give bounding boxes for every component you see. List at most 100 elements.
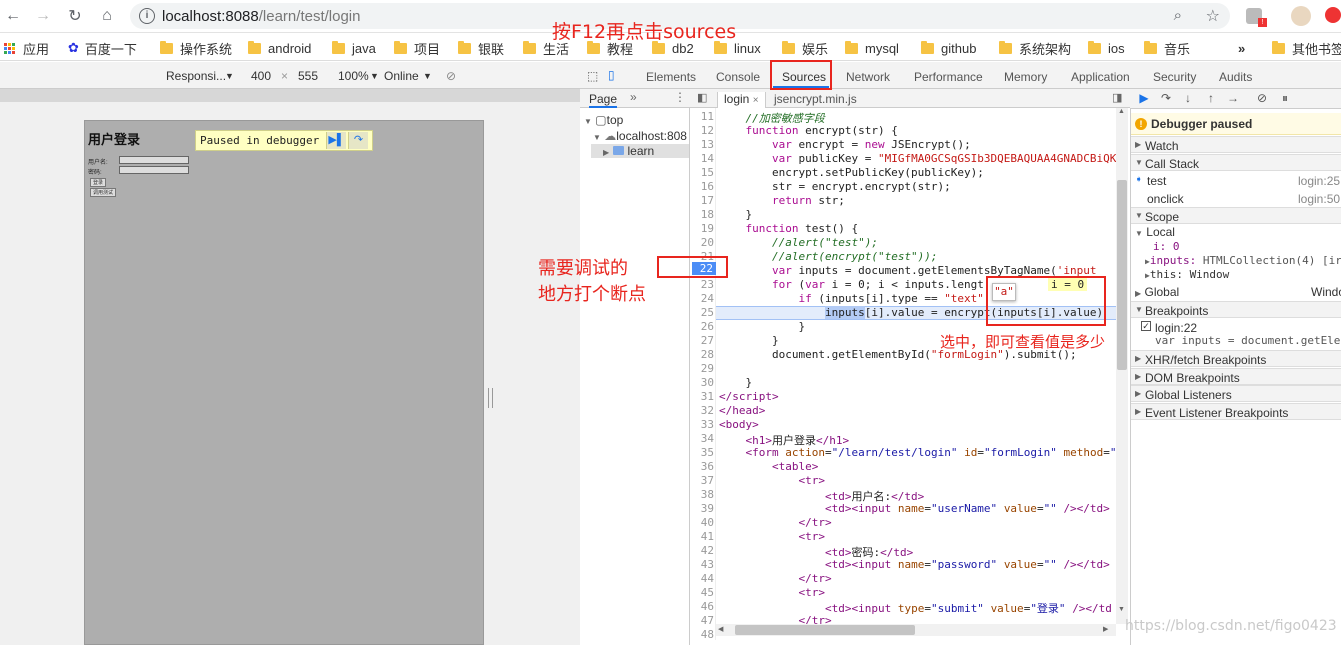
- line-number[interactable]: 33: [690, 418, 714, 431]
- line-number[interactable]: 34: [690, 432, 714, 445]
- scope-global[interactable]: ▶ Global: [1135, 285, 1179, 299]
- line-number[interactable]: 35: [690, 446, 714, 459]
- rotate-disabled-icon[interactable]: ⊘: [446, 69, 456, 83]
- section-global-listeners[interactable]: ▶ Global Listeners: [1131, 385, 1341, 402]
- bookmark-folder[interactable]: 项目: [394, 39, 440, 57]
- line-number[interactable]: 11: [690, 110, 714, 123]
- bookmark-folder[interactable]: ios: [1088, 39, 1125, 57]
- scope-var-this[interactable]: ▶this: Window: [1145, 268, 1229, 281]
- line-number[interactable]: 41: [690, 530, 714, 543]
- code-line[interactable]: <form action="/learn/test/login" id="for…: [719, 446, 1117, 459]
- line-number[interactable]: 48: [690, 628, 714, 641]
- vertical-scroll-thumb[interactable]: [1117, 180, 1127, 370]
- navigator-menu-icon[interactable]: ⋮: [674, 90, 686, 104]
- line-number[interactable]: 44: [690, 572, 714, 585]
- network-throttle-select[interactable]: Online: [384, 69, 419, 83]
- toggle-navigator-icon[interactable]: ◧: [697, 91, 707, 104]
- device-toggle-icon[interactable]: ▯: [608, 68, 615, 82]
- scroll-left-arrow-icon[interactable]: ◀: [718, 625, 723, 633]
- code-line[interactable]: encrypt.setPublicKey(publicKey);: [719, 166, 984, 179]
- update-icon[interactable]: [1325, 7, 1341, 23]
- line-number[interactable]: 31: [690, 390, 714, 403]
- code-line[interactable]: }: [719, 376, 752, 389]
- line-number[interactable]: 37: [690, 474, 714, 487]
- line-number[interactable]: 40: [690, 516, 714, 529]
- code-line[interactable]: }: [719, 334, 779, 347]
- call-frame-location[interactable]: login:25: [1298, 174, 1340, 188]
- editor-tab-login[interactable]: login ×: [717, 92, 766, 108]
- home-icon[interactable]: ⌂: [96, 5, 118, 27]
- bookmark-folder[interactable]: github: [921, 39, 976, 57]
- test-button[interactable]: 调用测试: [90, 188, 117, 197]
- line-number[interactable]: 12: [690, 124, 714, 137]
- resize-handle[interactable]: [488, 388, 493, 408]
- zoom-icon[interactable]: ⌕: [1174, 7, 1182, 24]
- back-arrow-icon[interactable]: ←: [2, 5, 24, 27]
- code-line[interactable]: </head>: [719, 404, 765, 417]
- code-line[interactable]: //alert("test");: [719, 236, 878, 249]
- username-input[interactable]: [119, 156, 189, 164]
- viewport-height[interactable]: 555: [298, 69, 318, 83]
- line-number[interactable]: 27: [690, 334, 714, 347]
- line-number[interactable]: 24: [690, 292, 714, 305]
- section-scope[interactable]: ▼ Scope: [1131, 207, 1341, 224]
- code-line[interactable]: <body>: [719, 418, 759, 431]
- toggle-debugger-icon[interactable]: ◨: [1112, 91, 1122, 104]
- tree-item-host[interactable]: ▼ ☁localhost:808: [593, 129, 687, 143]
- tab-console[interactable]: Console: [716, 70, 760, 84]
- line-number[interactable]: 25: [690, 306, 714, 319]
- horizontal-scroll-thumb[interactable]: [735, 625, 915, 635]
- code-line[interactable]: str = encrypt.encrypt(str);: [719, 180, 951, 193]
- tab-performance[interactable]: Performance: [914, 70, 983, 84]
- bookmark-folder[interactable]: android: [248, 39, 311, 57]
- line-number[interactable]: 43: [690, 558, 714, 571]
- line-number[interactable]: 28: [690, 348, 714, 361]
- section-watch[interactable]: ▶ Watch: [1131, 136, 1341, 153]
- line-number[interactable]: 15: [690, 166, 714, 179]
- line-number[interactable]: 18: [690, 208, 714, 221]
- scroll-up-arrow-icon[interactable]: ▲: [1118, 108, 1125, 115]
- step-over-icon[interactable]: ↷: [348, 132, 368, 149]
- code-line[interactable]: }: [719, 320, 805, 333]
- tab-audits[interactable]: Audits: [1219, 70, 1252, 84]
- bookmark-folder[interactable]: 银联: [458, 39, 504, 57]
- scope-var-inputs[interactable]: ▶inputs: HTMLCollection(4) [ir: [1145, 254, 1341, 267]
- close-icon[interactable]: ×: [753, 95, 759, 106]
- line-number[interactable]: 36: [690, 460, 714, 473]
- code-line[interactable]: <td><input name="userName" value="" /></…: [719, 502, 1110, 515]
- bookmark-folder[interactable]: 操作系统: [160, 39, 232, 57]
- step-into-icon[interactable]: ↓: [1181, 91, 1195, 105]
- login-button[interactable]: 登录: [90, 178, 107, 187]
- bookmark-baidu[interactable]: ✿ 百度一下: [68, 39, 137, 57]
- call-frame-location[interactable]: login:50: [1298, 192, 1340, 206]
- bookmark-folder[interactable]: mysql: [845, 39, 899, 57]
- forward-arrow-icon[interactable]: →: [32, 5, 54, 27]
- line-number[interactable]: 29: [690, 362, 714, 375]
- code-line[interactable]: <td><input name="password" value="" /></…: [719, 558, 1110, 571]
- bookmark-folder[interactable]: java: [332, 39, 376, 57]
- line-number[interactable]: 39: [690, 502, 714, 515]
- line-number[interactable]: 42: [690, 544, 714, 557]
- step-icon[interactable]: →: [1226, 91, 1240, 105]
- code-line[interactable]: function test() {: [719, 222, 859, 235]
- bookmark-apps[interactable]: 应用: [4, 39, 49, 57]
- code-line[interactable]: }: [719, 208, 752, 221]
- site-info-icon[interactable]: i: [139, 8, 155, 24]
- section-dom-breakpoints[interactable]: ▶ DOM Breakpoints: [1131, 368, 1341, 385]
- line-number[interactable]: 13: [690, 138, 714, 151]
- code-line[interactable]: </tr>: [719, 572, 831, 585]
- step-over-icon[interactable]: ↷: [1159, 91, 1173, 105]
- tree-item-learn[interactable]: ▶ learn: [591, 144, 689, 158]
- avatar[interactable]: [1291, 6, 1311, 26]
- line-number[interactable]: 46: [690, 600, 714, 613]
- section-xhr-breakpoints[interactable]: ▶ XHR/fetch Breakpoints: [1131, 350, 1341, 367]
- line-number[interactable]: 45: [690, 586, 714, 599]
- zoom-select[interactable]: 100%: [338, 69, 369, 83]
- bookmark-folder[interactable]: 音乐: [1144, 39, 1190, 57]
- line-number[interactable]: 32: [690, 404, 714, 417]
- line-number[interactable]: 17: [690, 194, 714, 207]
- tab-network[interactable]: Network: [846, 70, 890, 84]
- line-number[interactable]: 30: [690, 376, 714, 389]
- code-line[interactable]: </script>: [719, 390, 779, 403]
- pause-on-exceptions-icon[interactable]: ⏸: [1278, 91, 1292, 105]
